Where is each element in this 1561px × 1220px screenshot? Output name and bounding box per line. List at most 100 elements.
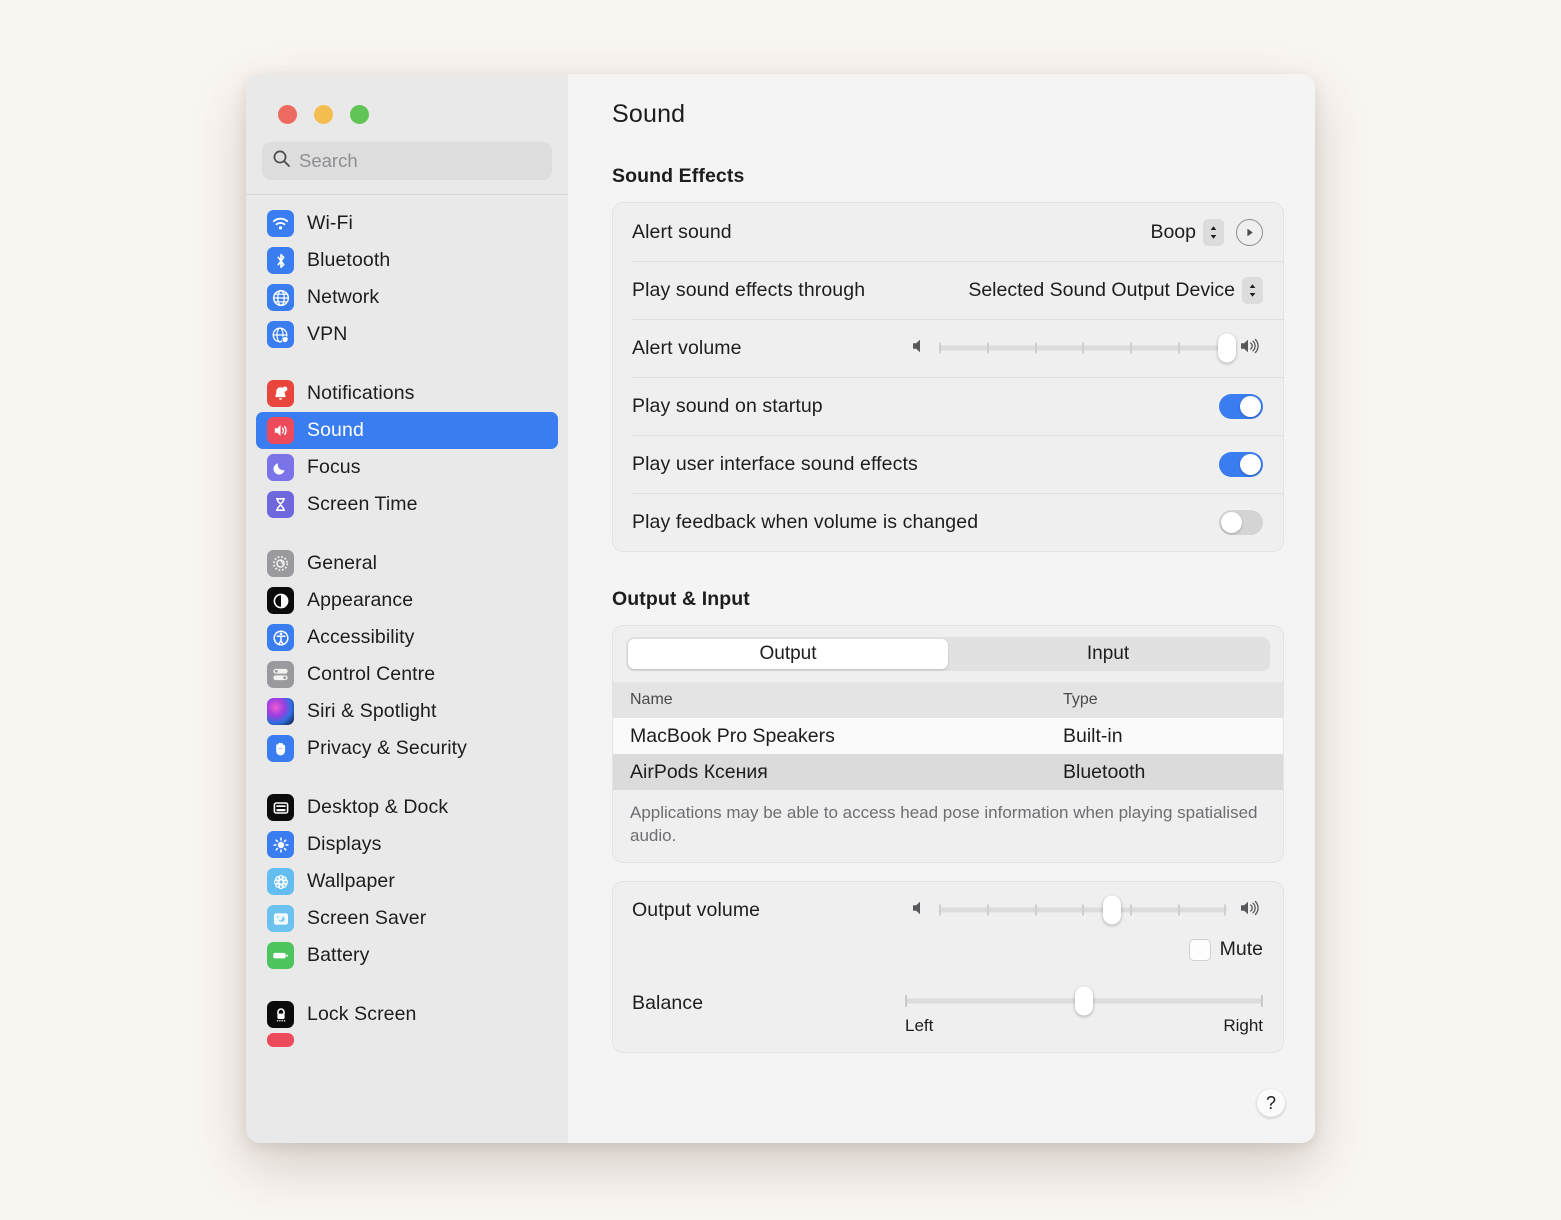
alert-sound-label: Alert sound [632, 220, 732, 243]
slider-thumb[interactable] [1218, 333, 1236, 363]
slider-tick [1178, 342, 1181, 354]
sidebar-item-label: Lock Screen [307, 1003, 417, 1025]
lock-screen-icon [267, 1001, 294, 1028]
sound-effects-card: Alert sound Boop Play sound effects thro… [612, 202, 1284, 552]
sidebar-item-siri-spotlight[interactable]: Siri & Spotlight [256, 693, 558, 730]
alert-sound-row: Alert sound Boop [613, 203, 1283, 261]
alert-sound-select[interactable]: Boop [1150, 218, 1224, 246]
column-header-name: Name [630, 691, 673, 708]
toggle-row-ui-effects: Play user interface sound effects [613, 435, 1283, 493]
search-input[interactable]: Search [262, 142, 552, 180]
sidebar-item-label: Network [307, 286, 380, 308]
play-ui-sound-effects-toggle[interactable] [1219, 451, 1263, 477]
play-alert-sound-button[interactable] [1236, 218, 1263, 246]
mute-row: Mute [613, 938, 1283, 974]
speaker-high-icon [1239, 899, 1263, 922]
speaker-high-icon [1239, 337, 1263, 360]
table-row[interactable]: AirPods Ксения Bluetooth [613, 754, 1283, 790]
sidebar-item-network[interactable]: Network [256, 279, 558, 316]
play-through-row: Play sound effects through Selected Soun… [613, 261, 1283, 319]
sidebar-item-screen-saver[interactable]: Screen Saver [256, 900, 558, 937]
sidebar-item-screen-time[interactable]: Screen Time [256, 486, 558, 523]
battery-icon [267, 942, 294, 969]
bell-icon [267, 380, 294, 407]
bluetooth-icon [267, 247, 294, 274]
sidebar-item-general[interactable]: General [256, 545, 558, 582]
search-icon [272, 149, 291, 173]
toggle-label: Play feedback when volume is changed [632, 510, 979, 533]
speaker-low-icon [910, 337, 927, 360]
sidebar-item-control-centre[interactable]: Control Centre [256, 656, 558, 693]
close-button[interactable] [278, 105, 297, 124]
sidebar-item-appearance[interactable]: Appearance [256, 582, 558, 619]
play-through-select[interactable]: Selected Sound Output Device [968, 276, 1263, 304]
slider-tick [1082, 342, 1085, 354]
alert-volume-row: Alert volume [613, 319, 1283, 377]
slider-tick [1034, 904, 1037, 916]
sidebar-item-bluetooth[interactable]: Bluetooth [256, 242, 558, 279]
sidebar-item-wallpaper[interactable]: Wallpaper [256, 863, 558, 900]
hourglass-icon [267, 491, 294, 518]
mute-checkbox[interactable] [1188, 938, 1211, 961]
balance-slider[interactable] [905, 986, 1263, 1016]
slider-endcap [905, 995, 907, 1008]
sidebar-group-lock: Lock Screen [256, 996, 558, 1047]
alert-sound-value: Boop [1150, 220, 1196, 243]
sidebar-item-label: Wallpaper [307, 870, 395, 892]
window-controls [246, 74, 568, 132]
sidebar-item-notifications[interactable]: Notifications [256, 375, 558, 412]
alert-volume-label: Alert volume [632, 336, 742, 359]
slider-tick [1178, 904, 1181, 916]
sidebar-item-wi-fi[interactable]: Wi-Fi [256, 205, 558, 242]
balance-right-label: Right [1223, 1016, 1263, 1036]
sidebar-item-vpn[interactable]: VPN [256, 316, 558, 353]
appearance-icon [267, 587, 294, 614]
play-through-label: Play sound effects through [632, 278, 866, 301]
sidebar-item-lock-screen[interactable]: Lock Screen [256, 996, 558, 1033]
slider-thumb[interactable] [1102, 895, 1121, 925]
tab-input[interactable]: Input [948, 639, 1268, 669]
system-settings-window: Search Wi-Fi Bluetooth Network VPN Notif… [246, 74, 1315, 1143]
control-centre-icon [267, 661, 294, 688]
toggle-label: Play sound on startup [632, 394, 823, 417]
sidebar-item-sound[interactable]: Sound [256, 412, 558, 449]
table-row[interactable]: MacBook Pro Speakers Built-in [613, 718, 1283, 754]
sidebar-item-partial[interactable] [256, 1033, 558, 1047]
alert-volume-slider[interactable] [939, 333, 1236, 363]
play-feedback-volume-toggle[interactable] [1219, 509, 1263, 535]
slider-thumb[interactable] [1075, 986, 1093, 1016]
brightness-icon [267, 831, 294, 858]
sidebar-item-label: Wi-Fi [307, 212, 353, 234]
tab-output[interactable]: Output [628, 639, 948, 669]
sidebar-item-desktop-dock[interactable]: Desktop & Dock [256, 789, 558, 826]
sidebar: Search Wi-Fi Bluetooth Network VPN Notif… [246, 74, 568, 1143]
sidebar-item-focus[interactable]: Focus [256, 449, 558, 486]
sidebar-item-label: Notifications [307, 382, 415, 404]
sidebar-item-battery[interactable]: Battery [256, 937, 558, 974]
balance-endpoint-labels: Left Right [905, 1016, 1263, 1036]
sidebar-item-label: Bluetooth [307, 249, 391, 271]
minimise-button[interactable] [314, 105, 333, 124]
device-name: AirPods Ксения [630, 760, 768, 783]
sidebar-item-label: Screen Time [307, 493, 418, 515]
device-table-header: Name Type [613, 682, 1283, 718]
gear-icon [267, 550, 294, 577]
zoom-button[interactable] [350, 105, 369, 124]
chevron-updown-icon [1242, 276, 1263, 304]
sidebar-group-general: General Appearance Accessibility Control… [256, 545, 558, 767]
sidebar-item-accessibility[interactable]: Accessibility [256, 619, 558, 656]
sidebar-item-displays[interactable]: Displays [256, 826, 558, 863]
balance-row: Balance Left Right [613, 974, 1283, 1052]
help-button[interactable]: ? [1257, 1089, 1285, 1117]
mute-label: Mute [1219, 938, 1263, 961]
sidebar-group-network: Wi-Fi Bluetooth Network VPN [256, 205, 558, 353]
output-volume-slider[interactable] [939, 895, 1227, 925]
output-input-card: Output Input Name Type MacBook Pro Speak… [612, 625, 1284, 864]
sidebar-item-label: Displays [307, 833, 382, 855]
sidebar-nav: Wi-Fi Bluetooth Network VPN Notification… [246, 195, 568, 1143]
output-volume-label: Output volume [632, 898, 761, 921]
sidebar-item-privacy-security[interactable]: Privacy & Security [256, 730, 558, 767]
play-sound-on-startup-toggle[interactable] [1219, 393, 1263, 419]
sidebar-group-system-alerts: Notifications Sound Focus Screen Time [256, 375, 558, 523]
toggle-row-volume-feedback: Play feedback when volume is changed [613, 493, 1283, 551]
